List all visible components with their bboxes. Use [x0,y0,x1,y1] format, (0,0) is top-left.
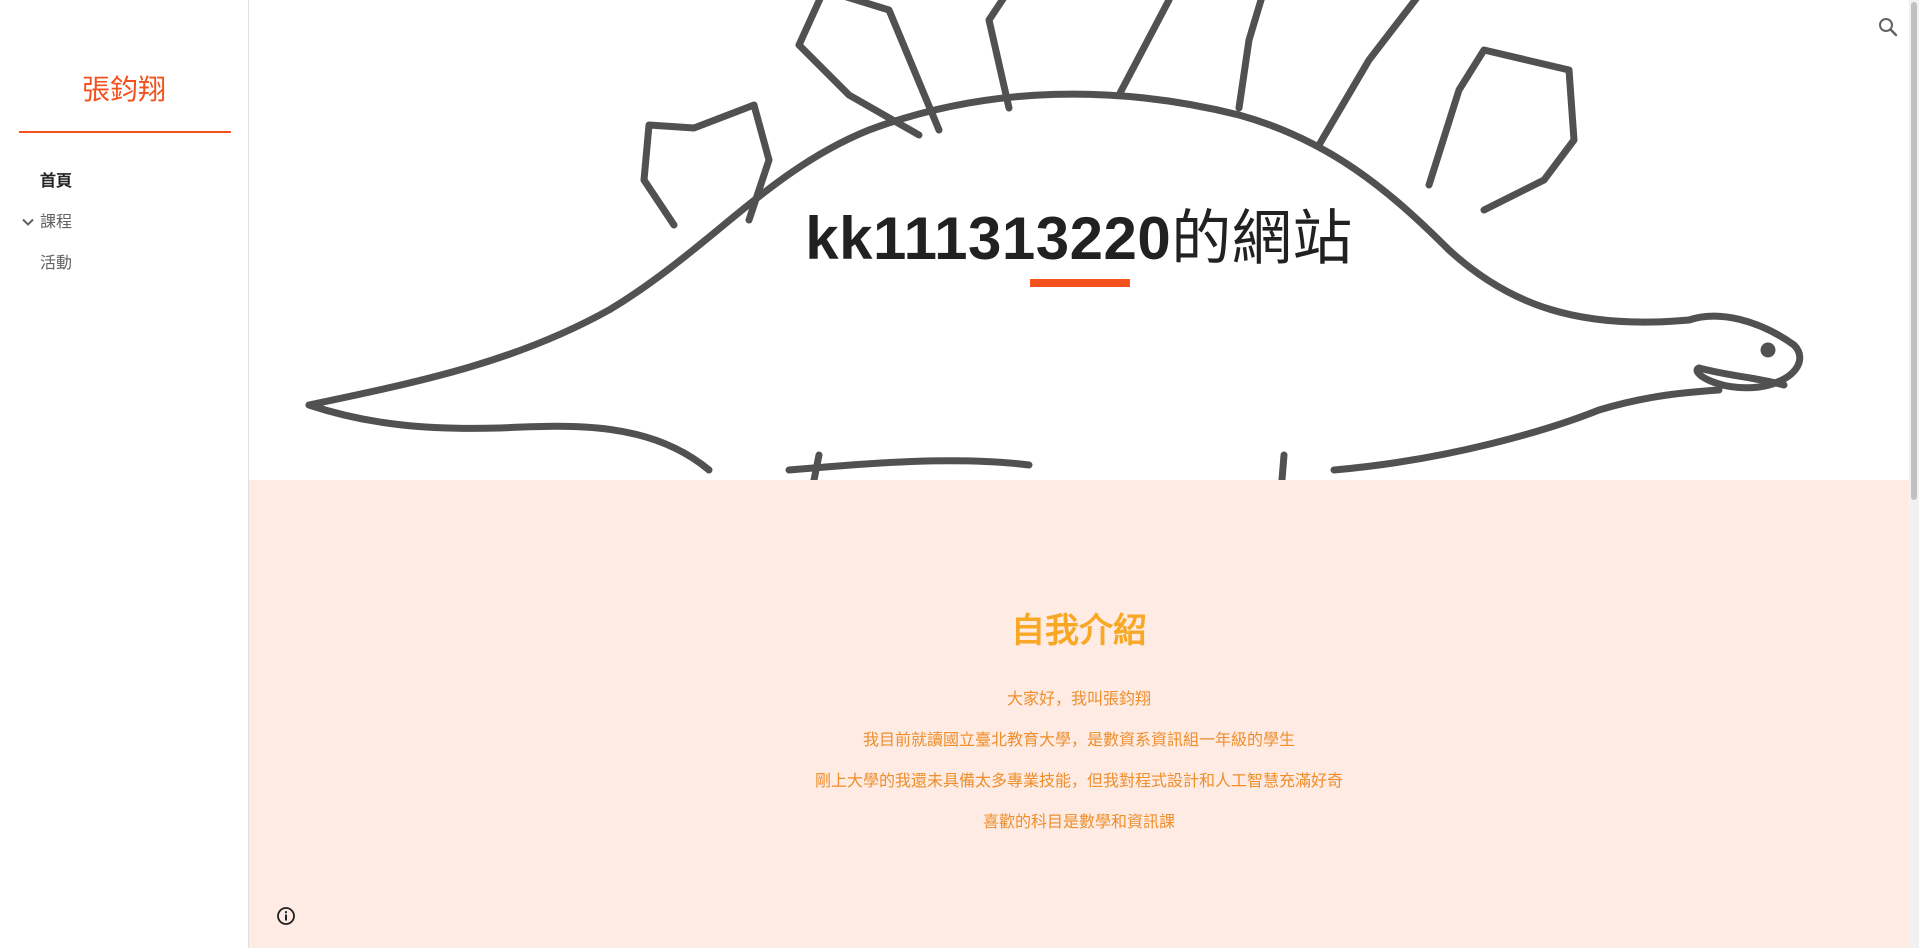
sidebar-item-activities[interactable]: 活動 [0,250,248,291]
main-content: kk111313220的網站 自我介紹 大家好，我叫張鈞翔 我目前就讀國立臺北教… [249,0,1909,948]
page-title-prefix: kk111313220 [805,205,1172,272]
intro-line: 大家好，我叫張鈞翔 [1006,691,1151,708]
intro-section: 自我介紹 大家好，我叫張鈞翔 我目前就讀國立臺北教育大學，是數資系資訊組一年級的… [249,480,1909,948]
intro-line: 喜歡的科目是數學和資訊課 [982,814,1175,831]
info-button[interactable] [276,906,296,926]
sidebar-item-courses[interactable]: 課程 [0,209,248,250]
sidebar-item-home[interactable]: 首頁 [0,168,248,209]
sidebar-item-label: 活動 [40,255,73,272]
intro-line: 我目前就讀國立臺北教育大學，是數資系資訊組一年級的學生 [862,732,1295,749]
sidebar-nav: 首頁 課程 活動 [0,168,248,291]
search-button[interactable] [1876,15,1900,39]
chevron-down-icon[interactable] [20,214,36,230]
scrollbar-thumb[interactable] [1911,2,1917,500]
intro-heading: 自我介紹 [1011,612,1147,650]
title-underline [1030,279,1130,287]
intro-text: 大家好，我叫張鈞翔 我目前就讀國立臺北教育大學，是數資系資訊組一年級的學生 剛上… [249,688,1909,852]
info-icon [277,907,295,925]
page-title: kk111313220的網站 [249,190,1909,277]
title-divider [19,131,231,133]
search-icon [1879,18,1898,37]
sidebar: 張鈞翔 首頁 課程 活動 [0,0,249,948]
site-title[interactable]: 張鈞翔 [0,68,248,108]
intro-line: 剛上大學的我還未具備太多專業技能，但我對程式設計和人工智慧充滿好奇 [814,773,1343,790]
sidebar-item-label: 課程 [40,214,73,231]
sidebar-item-label: 首頁 [40,173,73,190]
hero-banner: kk111313220的網站 [249,0,1909,480]
page-title-suffix: 的網站 [1171,205,1353,272]
